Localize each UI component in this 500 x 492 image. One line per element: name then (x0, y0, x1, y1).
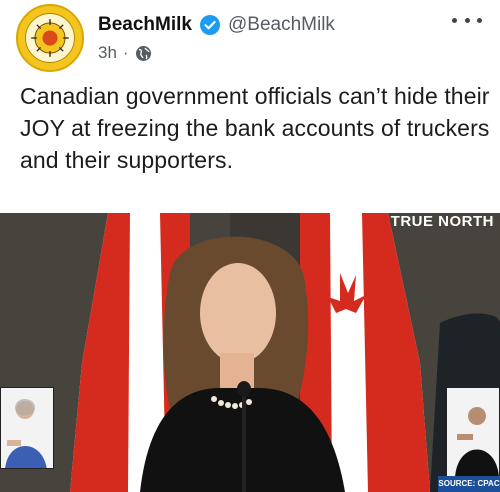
post-text: Canadian government officials can’t hide… (20, 83, 490, 173)
sign-language-inset-left (0, 387, 54, 469)
author-handle[interactable]: @BeachMilk (228, 14, 335, 36)
source-badge: SOURCE: CPAC (438, 476, 500, 492)
globe-icon (135, 45, 152, 62)
verified-badge-icon (199, 15, 220, 35)
sun-seal-logo-icon (19, 7, 81, 69)
post-card: BeachMilk @BeachMilk 3h · Canadian gover… (0, 0, 500, 492)
true-north-watermark: TRUE NORTH (390, 213, 494, 230)
sign-language-inset-right (446, 387, 500, 477)
more-options-icon[interactable] (452, 10, 482, 30)
author-row: BeachMilk @BeachMilk (98, 12, 335, 38)
author-avatar[interactable] (16, 4, 84, 72)
author-display-name[interactable]: BeachMilk (98, 14, 192, 36)
post-timestamp[interactable]: 3h (98, 43, 117, 63)
post-video[interactable]: TRUE NORTH SOURCE: CPAC (0, 213, 500, 492)
meta-separator: · (122, 43, 129, 62)
video-frame (0, 213, 500, 492)
post-meta: 3h · (98, 42, 152, 64)
